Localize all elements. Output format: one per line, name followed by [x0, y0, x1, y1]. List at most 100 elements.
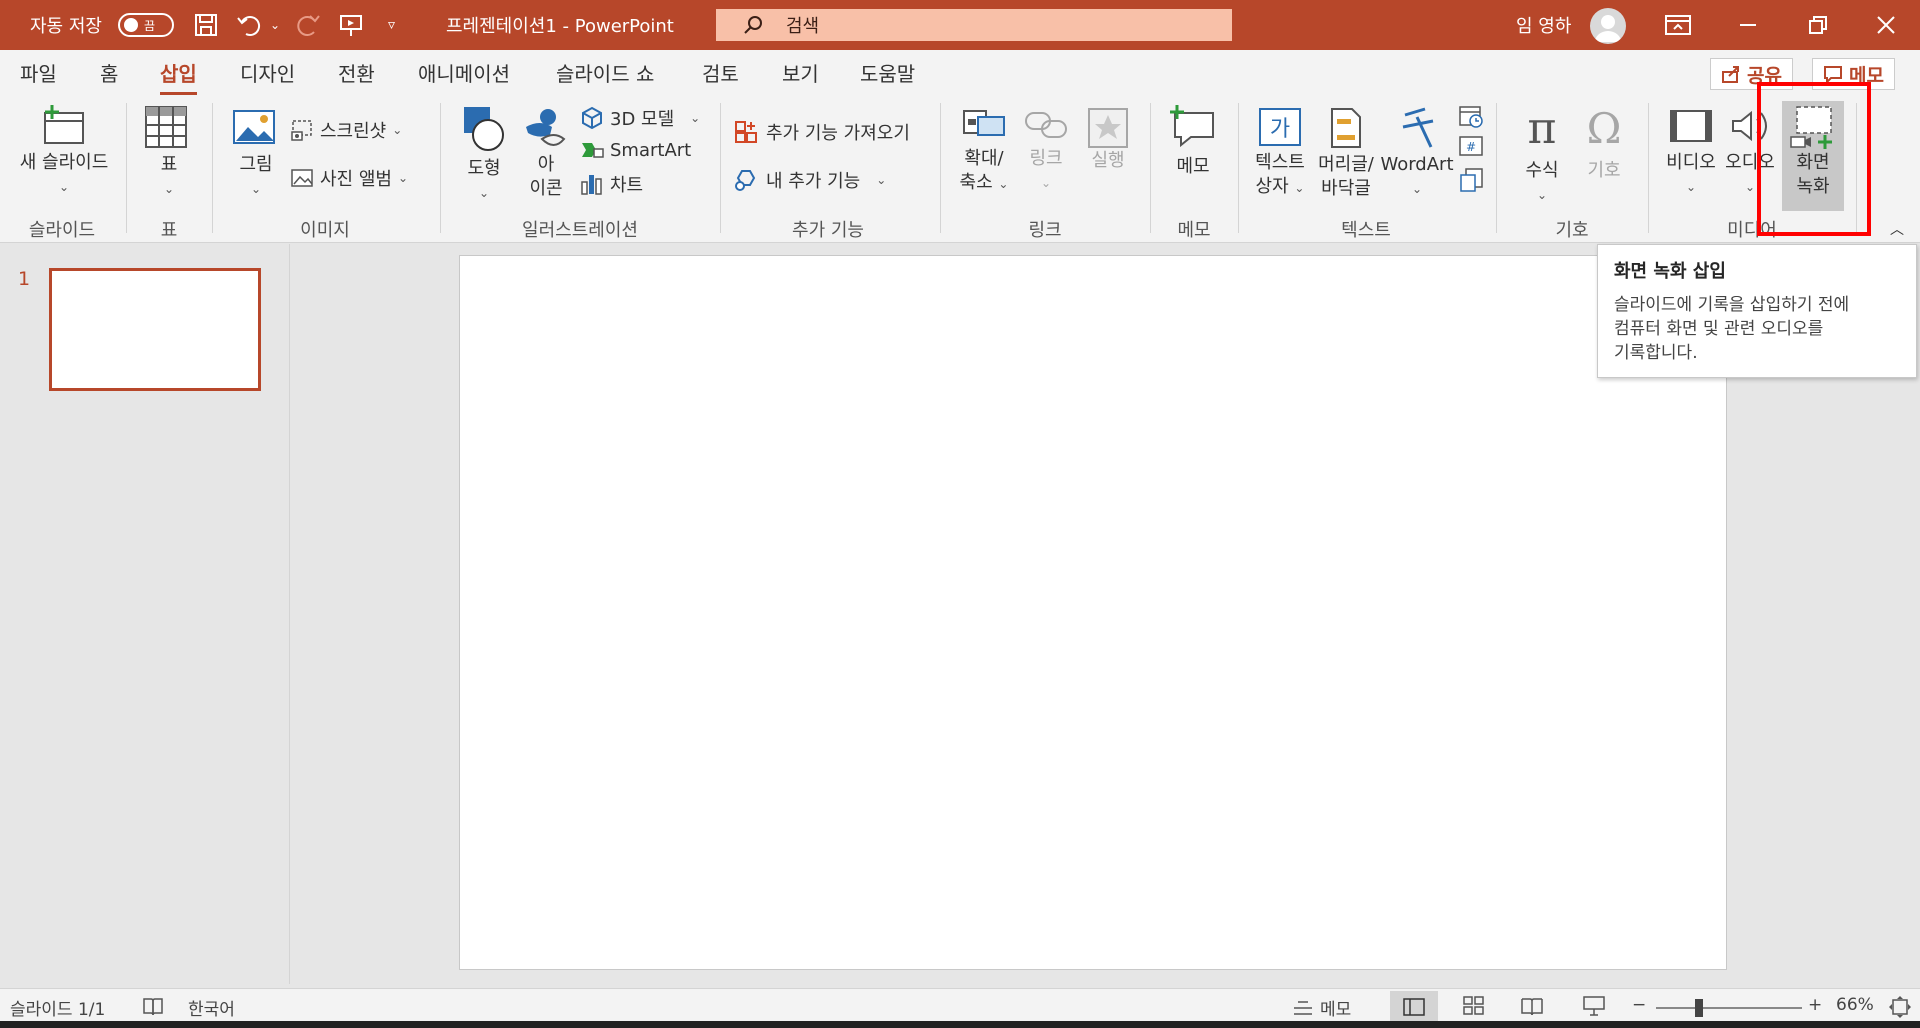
zoom-slider-thumb[interactable] — [1695, 999, 1703, 1017]
notes-button[interactable]: 메모 — [1292, 995, 1351, 1020]
shapes-label: 도형 — [467, 158, 501, 179]
group-label-symbols: 기호 — [1555, 220, 1589, 241]
save-icon[interactable] — [193, 0, 219, 50]
title-bar: 자동 저장 끔 ⌄ ▿ 프레젠테이션1 - PowerPoint 검색 임 영하 — [0, 0, 1920, 50]
shapes-button[interactable]: 도형 ⌄ — [458, 105, 510, 205]
chart-button[interactable]: 차트 — [580, 171, 643, 197]
table-button[interactable]: 표 ⌄ — [144, 105, 194, 201]
slide-sorter-icon[interactable] — [1462, 995, 1486, 1017]
new-slide-button[interactable]: 새 슬라이드 ⌄ — [12, 105, 116, 199]
slide-thumbnails-pane: 1 — [0, 244, 290, 984]
notes-icon — [1294, 1000, 1312, 1015]
video-label: 비디오 — [1666, 152, 1716, 173]
user-name[interactable]: 임 영하 — [1516, 0, 1571, 50]
collapse-ribbon-icon[interactable]: ︿ — [1890, 219, 1904, 239]
search-box[interactable]: 검색 — [716, 9, 1232, 41]
tab-review[interactable]: 검토 — [702, 58, 739, 87]
symbol-button[interactable]: Ω 기호 — [1578, 105, 1630, 183]
undo-icon[interactable] — [236, 0, 264, 50]
new-comment-icon — [1169, 105, 1217, 149]
video-button[interactable]: 비디오 ⌄ — [1660, 107, 1722, 199]
header-footer-label-line2: 바닥글 — [1321, 178, 1371, 199]
textbox-button[interactable]: 가 텍스트 상자 ⌄ — [1250, 107, 1310, 200]
zoom-level[interactable]: 66% — [1836, 995, 1874, 1015]
textbox-icon: 가 — [1256, 107, 1304, 147]
date-time-button[interactable] — [1458, 103, 1484, 129]
zoom-button[interactable]: 확대/ 축소 ⌄ — [954, 107, 1014, 196]
3d-models-label: 3D 모델 — [610, 109, 675, 130]
date-time-icon — [1459, 106, 1483, 128]
header-footer-button[interactable]: 머리글/ 바닥글 — [1314, 107, 1378, 201]
zoom-label-line2: 축소 — [959, 172, 993, 193]
group-label-comments: 메모 — [1177, 220, 1211, 241]
slide-number-button[interactable]: # — [1458, 135, 1484, 159]
zoom-label-line1: 확대/ — [964, 148, 1004, 169]
present-from-start-icon[interactable] — [338, 0, 364, 50]
avatar[interactable] — [1590, 8, 1626, 44]
ribbon-display-options-icon[interactable] — [1664, 0, 1692, 50]
store-icon — [735, 121, 757, 143]
customize-toolbar-icon[interactable]: ▿ — [388, 0, 395, 50]
ribbon-tabs: 파일 홈 삽입 디자인 전환 애니메이션 슬라이드 쇼 검토 보기 도움말 공유… — [0, 50, 1920, 95]
group-separator — [940, 103, 941, 233]
new-slide-icon — [42, 105, 86, 145]
tooltip-body-line3: 기록합니다. — [1614, 343, 1698, 363]
equation-label: 수식 — [1525, 160, 1559, 181]
group-separator — [720, 103, 721, 233]
slide-canvas[interactable] — [459, 255, 1727, 970]
notes-label: 메모 — [1320, 1000, 1352, 1020]
slideshow-view-icon[interactable] — [1582, 995, 1606, 1017]
tab-help[interactable]: 도움말 — [860, 58, 915, 87]
wordart-button[interactable]: WordArt ⌄ — [1380, 107, 1454, 201]
link-button[interactable]: 링크 ⌄ — [1024, 107, 1068, 195]
redo-icon[interactable] — [294, 0, 322, 50]
screenshot-label: 스크린샷 — [320, 121, 387, 142]
photo-album-button[interactable]: 사진 앨범 ⌄ — [290, 165, 408, 191]
new-comment-label: 메모 — [1176, 156, 1210, 177]
picture-icon — [232, 109, 280, 145]
accessibility-icon[interactable] — [142, 995, 164, 1017]
tab-slideshow[interactable]: 슬라이드 쇼 — [556, 58, 654, 87]
fit-to-window-icon[interactable] — [1888, 995, 1912, 1019]
reading-view-icon[interactable] — [1520, 995, 1544, 1017]
group-label-illustrations: 일러스트레이션 — [522, 220, 638, 241]
smartart-button[interactable]: SmartArt — [580, 139, 691, 161]
tab-transitions[interactable]: 전환 — [338, 58, 375, 87]
minimize-icon[interactable] — [1738, 0, 1758, 50]
tab-insert[interactable]: 삽입 — [160, 58, 197, 95]
undo-dropdown-icon[interactable]: ⌄ — [270, 0, 280, 50]
action-button[interactable]: 실행 — [1084, 107, 1132, 173]
icons-button[interactable]: 아 이콘 — [520, 105, 572, 201]
tooltip-title: 화면 녹화 삽입 — [1614, 261, 1726, 282]
comment-icon — [1824, 66, 1842, 84]
picture-button[interactable]: 그림 ⌄ — [232, 109, 280, 201]
close-icon[interactable] — [1876, 0, 1896, 50]
group-label-tables: 표 — [160, 220, 178, 241]
photo-album-icon — [291, 169, 313, 187]
my-addins-button[interactable]: 내 추가 기능 ⌄ — [734, 167, 886, 193]
object-button[interactable] — [1458, 167, 1484, 193]
zoom-slider[interactable] — [1656, 1007, 1802, 1009]
zoom-out-button[interactable]: − — [1632, 995, 1646, 1015]
document-title: 프레젠테이션1 - PowerPoint — [446, 16, 674, 37]
3d-model-icon — [582, 106, 602, 130]
zoom-icon — [960, 107, 1008, 143]
restore-icon[interactable] — [1808, 0, 1828, 50]
tab-design[interactable]: 디자인 — [240, 58, 295, 87]
get-addins-button[interactable]: 추가 기능 가져오기 — [734, 119, 910, 145]
tab-view[interactable]: 보기 — [782, 58, 819, 87]
equation-button[interactable]: π 수식 ⌄ — [1514, 105, 1570, 207]
tab-animations[interactable]: 애니메이션 — [418, 58, 510, 87]
group-separator — [440, 103, 441, 233]
normal-view-button[interactable] — [1390, 991, 1438, 1023]
3d-models-button[interactable]: 3D 모델 ⌄ — [580, 105, 700, 131]
new-comment-button[interactable]: 메모 — [1166, 105, 1220, 179]
zoom-in-button[interactable]: + — [1808, 995, 1822, 1015]
screenshot-button[interactable]: 스크린샷 ⌄ — [290, 117, 402, 143]
language-indicator[interactable]: 한국어 — [188, 995, 235, 1020]
group-label-links: 링크 — [1028, 220, 1062, 241]
tab-home[interactable]: 홈 — [100, 58, 118, 87]
slide-thumbnail[interactable] — [49, 268, 261, 391]
autosave-toggle[interactable]: 끔 — [118, 0, 174, 50]
tab-file[interactable]: 파일 — [20, 58, 57, 87]
